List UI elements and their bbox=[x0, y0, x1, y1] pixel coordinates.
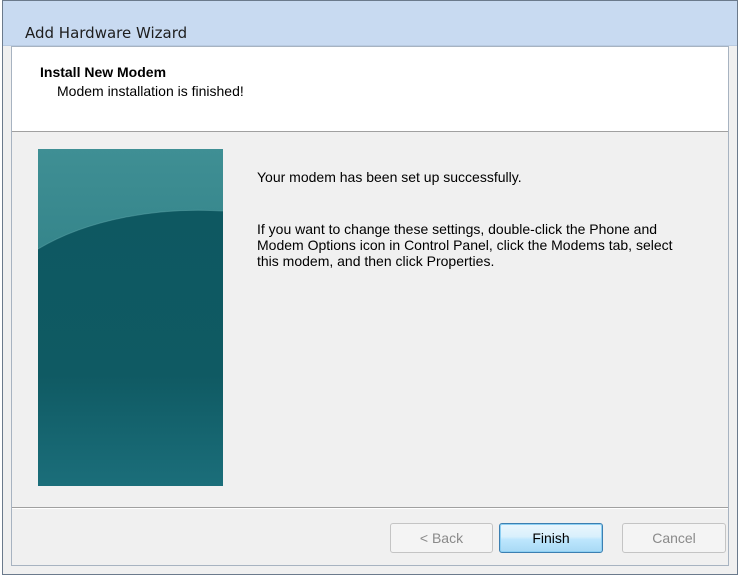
wizard-header: Install New Modem Modem installation is … bbox=[12, 47, 728, 132]
footer-divider bbox=[12, 507, 728, 509]
finish-button[interactable]: Finish bbox=[499, 523, 603, 553]
banner-swoosh-graphic bbox=[38, 149, 223, 486]
title-bar[interactable]: Add Hardware Wizard bbox=[3, 1, 737, 46]
wizard-window: Add Hardware Wizard Install New Modem Mo… bbox=[2, 0, 738, 575]
window-title: Add Hardware Wizard bbox=[25, 24, 188, 42]
back-button[interactable]: < Back bbox=[390, 523, 493, 553]
page-subtitle: Modem installation is finished! bbox=[57, 83, 244, 99]
wizard-client-area: Install New Modem Modem installation is … bbox=[11, 46, 729, 566]
wizard-banner-image bbox=[38, 149, 223, 486]
cancel-button[interactable]: Cancel bbox=[622, 523, 726, 553]
instructions-message: If you want to change these settings, do… bbox=[257, 221, 673, 269]
wizard-message: Your modem has been set up successfully.… bbox=[257, 169, 697, 269]
page-title: Install New Modem bbox=[40, 64, 167, 80]
success-message: Your modem has been set up successfully. bbox=[257, 169, 522, 185]
